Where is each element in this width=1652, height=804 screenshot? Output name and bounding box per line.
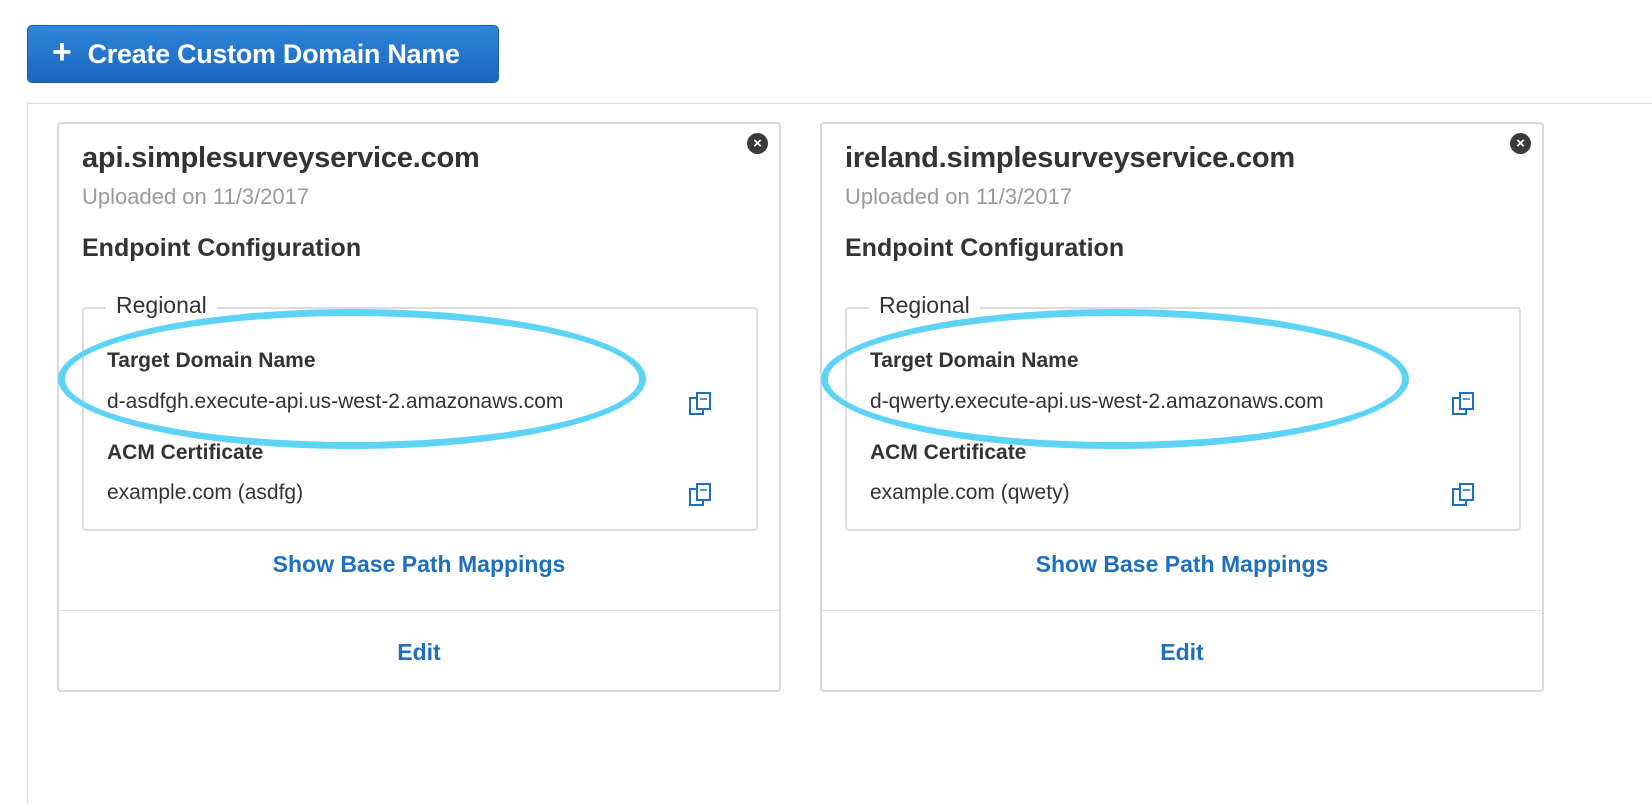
target-domain-value: d-asdfgh.execute-api.us-west-2.amazonaws… [107,390,564,413]
acm-certificate-label: ACM Certificate [107,441,264,464]
acm-certificate-value: example.com (asdfg) [107,481,304,504]
acm-certificate-label: ACM Certificate [870,441,1027,464]
edit-link[interactable]: Edit [822,639,1542,666]
endpoint-type-legend: Regional [869,292,980,319]
show-base-path-mappings-link[interactable]: Show Base Path Mappings [822,551,1542,578]
create-custom-domain-label: Create Custom Domain Name [87,38,460,69]
endpoint-type-legend: Regional [106,292,217,319]
highlight-oval [821,309,1409,449]
card-divider [59,610,779,611]
domain-card: × ireland.simplesurveyservice.com Upload… [820,122,1544,692]
show-base-path-mappings-link[interactable]: Show Base Path Mappings [59,551,779,578]
copy-icon[interactable] [1451,391,1477,417]
highlight-oval [58,309,646,449]
plus-icon: + [52,33,72,71]
target-domain-value: d-qwerty.execute-api.us-west-2.amazonaws… [870,390,1324,413]
uploaded-date: Uploaded on 11/3/2017 [845,184,1073,209]
close-icon[interactable]: × [747,133,768,154]
edit-link[interactable]: Edit [59,639,779,666]
card-divider [822,610,1542,611]
close-icon[interactable]: × [1510,133,1531,154]
domain-name: api.simplesurveyservice.com [82,142,480,174]
target-domain-label: Target Domain Name [107,349,316,372]
domain-name: ireland.simplesurveyservice.com [845,142,1295,174]
create-custom-domain-button[interactable]: + Create Custom Domain Name [27,25,499,83]
target-domain-label: Target Domain Name [870,349,1079,372]
acm-certificate-value: example.com (qwety) [870,481,1070,504]
endpoint-configuration-heading: Endpoint Configuration [845,234,1125,262]
copy-icon[interactable] [688,391,714,417]
endpoint-configuration-heading: Endpoint Configuration [82,234,362,262]
endpoint-fieldset: Regional Target Domain Name d-qwerty.exe… [821,292,1521,531]
uploaded-date: Uploaded on 11/3/2017 [82,184,310,209]
copy-icon[interactable] [688,482,714,508]
domain-card: × api.simplesurveyservice.com Uploaded o… [57,122,781,692]
copy-icon[interactable] [1451,482,1477,508]
endpoint-fieldset: Regional Target Domain Name d-asdfgh.exe… [58,292,758,531]
